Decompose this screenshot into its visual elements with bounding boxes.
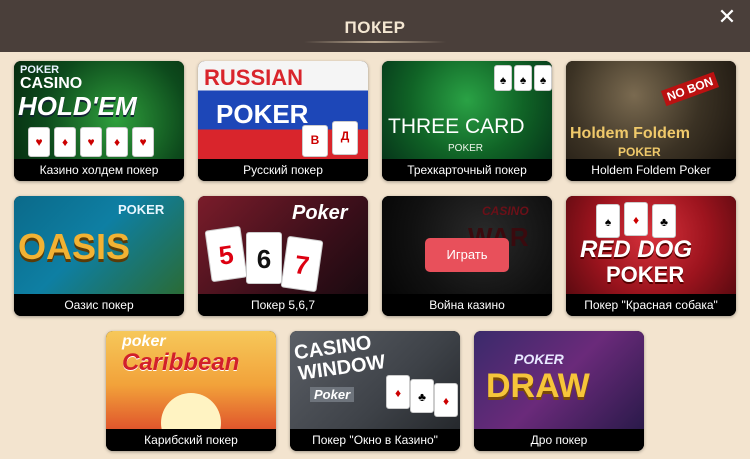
game-art-casino-holdem: POKER CASINO HOLD'EM ♥ ♦ ♥ ♦ ♥	[14, 61, 184, 159]
game-tile-casino-holdem[interactable]: POKER CASINO HOLD'EM ♥ ♦ ♥ ♦ ♥ Казино хо…	[14, 61, 184, 181]
game-tile-holdem-foldem[interactable]: NO BON Holdem Foldem POKER Holdem Foldem…	[566, 61, 736, 181]
playing-card-icon: 5	[204, 225, 248, 283]
playing-card-icon: ♣	[410, 379, 434, 413]
playing-card-icon: ♥	[132, 127, 154, 157]
art-text: OASIS	[18, 226, 131, 267]
game-caption: Трехкарточный покер	[382, 159, 552, 181]
game-tile-russian-poker[interactable]: RUSSIAN POKER В Д Русский покер	[198, 61, 368, 181]
game-caption: Казино холдем покер	[14, 159, 184, 181]
game-tile-casino-window[interactable]: CASINO WINDOW Poker ♦ ♣ ♦ Покер "Окно в …	[290, 331, 460, 451]
game-caption: Русский покер	[198, 159, 368, 181]
playing-card-icon: ♦	[54, 127, 76, 157]
art-text: POKER	[118, 202, 165, 217]
game-tile-poker-567[interactable]: Poker 5 6 7 Покер 5,6,7	[198, 196, 368, 316]
art-text: THREE CARD	[388, 115, 525, 138]
art-text: HOLD'EM	[18, 91, 137, 121]
playing-card-icon: ♠	[596, 204, 620, 238]
art-text: POKER	[216, 99, 309, 129]
playing-card-icon: ♦	[106, 127, 128, 157]
game-art-holdem-foldem: NO BON Holdem Foldem POKER	[566, 61, 736, 159]
art-text: DRAW	[486, 367, 590, 405]
art-text: POKER	[514, 351, 564, 367]
game-tile-red-dog[interactable]: ♠ ♦ ♣ RED DOG POKER Покер "Красная собак…	[566, 196, 736, 316]
game-tile-oasis[interactable]: POKER OASIS Оазис покер	[14, 196, 184, 316]
game-caption: Покер "Красная собака"	[566, 294, 736, 316]
art-text: Poker	[292, 202, 348, 224]
game-caption: Покер "Окно в Казино"	[290, 429, 460, 451]
playing-card-icon: 7	[280, 235, 324, 293]
game-caption: Карибский покер	[106, 429, 276, 451]
game-caption: Покер 5,6,7	[198, 294, 368, 316]
playing-card-icon: ♥	[28, 127, 50, 157]
game-art-casino-window: CASINO WINDOW Poker ♦ ♣ ♦	[290, 331, 460, 429]
playing-card-icon: ♦	[624, 202, 648, 236]
title-underline	[304, 41, 446, 43]
art-text: RED DOG	[580, 236, 693, 263]
playing-card-icon: ♠	[534, 65, 552, 91]
art-text: RUSSIAN	[204, 65, 304, 90]
art-text: POKER	[448, 143, 484, 154]
playing-card-icon: ♥	[80, 127, 102, 157]
game-caption: Дро покер	[474, 429, 644, 451]
game-art-casino-war: CASINO WAR Играть	[382, 196, 552, 294]
art-text: Holdem Foldem	[570, 125, 691, 142]
game-art-red-dog: ♠ ♦ ♣ RED DOG POKER	[566, 196, 736, 294]
playing-card-icon: Д	[332, 121, 358, 155]
game-art-poker-567: Poker 5 6 7	[198, 196, 368, 294]
sun-icon	[161, 393, 221, 429]
playing-card-icon: ♣	[652, 204, 676, 238]
art-text: POKER	[606, 262, 685, 287]
playing-card-icon: 6	[246, 232, 282, 284]
page-title: ПОКЕР	[344, 18, 406, 37]
playing-card-icon: ♠	[494, 65, 512, 91]
game-art-draw-poker: POKER DRAW	[474, 331, 644, 429]
game-tile-caribbean[interactable]: poker Caribbean Карибский покер	[106, 331, 276, 451]
playing-card-icon: В	[302, 125, 328, 157]
game-caption: Оазис покер	[14, 294, 184, 316]
close-icon[interactable]: ✕	[716, 6, 738, 28]
play-button[interactable]: Играть	[425, 238, 509, 272]
game-caption: Война казино	[382, 294, 552, 316]
art-text: Poker	[310, 387, 355, 402]
game-art-three-card: ♠ ♠ ♠ THREE CARD POKER	[382, 61, 552, 159]
game-art-russian-poker: RUSSIAN POKER В Д	[198, 61, 368, 159]
playing-card-icon: ♠	[514, 65, 532, 91]
game-tile-casino-war[interactable]: CASINO WAR Играть Война казино	[382, 196, 552, 316]
game-tile-draw-poker[interactable]: POKER DRAW Дро покер	[474, 331, 644, 451]
art-badge: NO BON	[660, 71, 720, 107]
game-caption: Holdem Foldem Poker	[566, 159, 736, 181]
art-text: CASINO	[482, 204, 529, 218]
game-art-caribbean: poker Caribbean	[106, 331, 276, 429]
art-text: Caribbean	[122, 349, 240, 376]
art-text: POKER	[618, 145, 661, 159]
playing-card-icon: ♦	[386, 375, 410, 409]
playing-card-icon: ♦	[434, 383, 458, 417]
game-tile-three-card[interactable]: ♠ ♠ ♠ THREE CARD POKER Трехкарточный пок…	[382, 61, 552, 181]
game-art-oasis: POKER OASIS	[14, 196, 184, 294]
